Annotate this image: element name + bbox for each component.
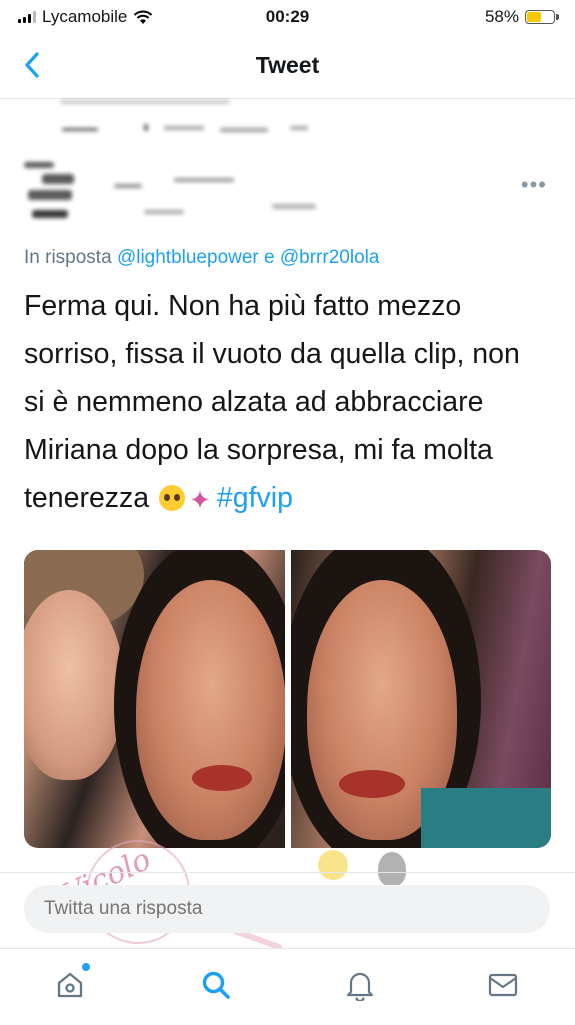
bell-icon [346, 972, 374, 1001]
reply-to-line: In risposta @lightbluepower e @brrr20lol… [24, 247, 379, 269]
tab-messages[interactable] [483, 965, 523, 1005]
tab-search[interactable] [196, 965, 236, 1005]
reply-bar [0, 872, 575, 947]
reply-to-handles[interactable]: @lightbluepower e @brrr20lola [117, 247, 379, 268]
search-icon [202, 971, 230, 999]
page-title: Tweet [255, 52, 320, 78]
tweet-line: Miriana dopo la sorpresa, mi fa molta [24, 434, 493, 466]
home-icon [57, 972, 83, 998]
tweet-photo-left[interactable] [24, 550, 285, 848]
tab-notifications[interactable] [340, 965, 380, 1005]
tweet-photo-right[interactable] [290, 550, 551, 848]
tweet-text: Ferma qui. Non ha più fatto mezzo sorris… [24, 282, 554, 524]
hashtag-link[interactable]: #gfvip [217, 482, 293, 514]
tweet-line: tenerezza [24, 482, 150, 514]
mail-icon [488, 973, 518, 997]
tweet-media[interactable] [24, 550, 551, 848]
tweet-line-last: tenerezza ✦ #gfvip [24, 474, 554, 524]
reply-to-prefix: In risposta [24, 247, 112, 268]
tab-bar [0, 948, 575, 1025]
author-header-redacted [24, 100, 524, 230]
tweet-line: sorriso, fissa il vuoto da quella clip, … [24, 338, 520, 370]
battery-percent: 58% [484, 7, 519, 26]
battery-group: 58% [484, 7, 559, 27]
pleading-face-emoji [159, 485, 186, 511]
tweet-line: si è nemmeno alzata ad abbracciare [24, 386, 484, 418]
notification-dot [82, 963, 90, 971]
tab-home[interactable] [50, 965, 90, 1005]
fairy-emoji: ✦ [189, 485, 211, 515]
battery-icon [525, 10, 559, 24]
more-horizontal-icon: ••• [520, 172, 547, 197]
tweet-line: Ferma qui. Non ha più fatto mezzo [24, 290, 462, 322]
nav-bar: Tweet [0, 34, 575, 99]
status-bar: Lycamobile 00:29 58% [0, 0, 575, 34]
more-options-button[interactable]: ••• [521, 172, 547, 198]
reply-input[interactable] [24, 885, 550, 933]
